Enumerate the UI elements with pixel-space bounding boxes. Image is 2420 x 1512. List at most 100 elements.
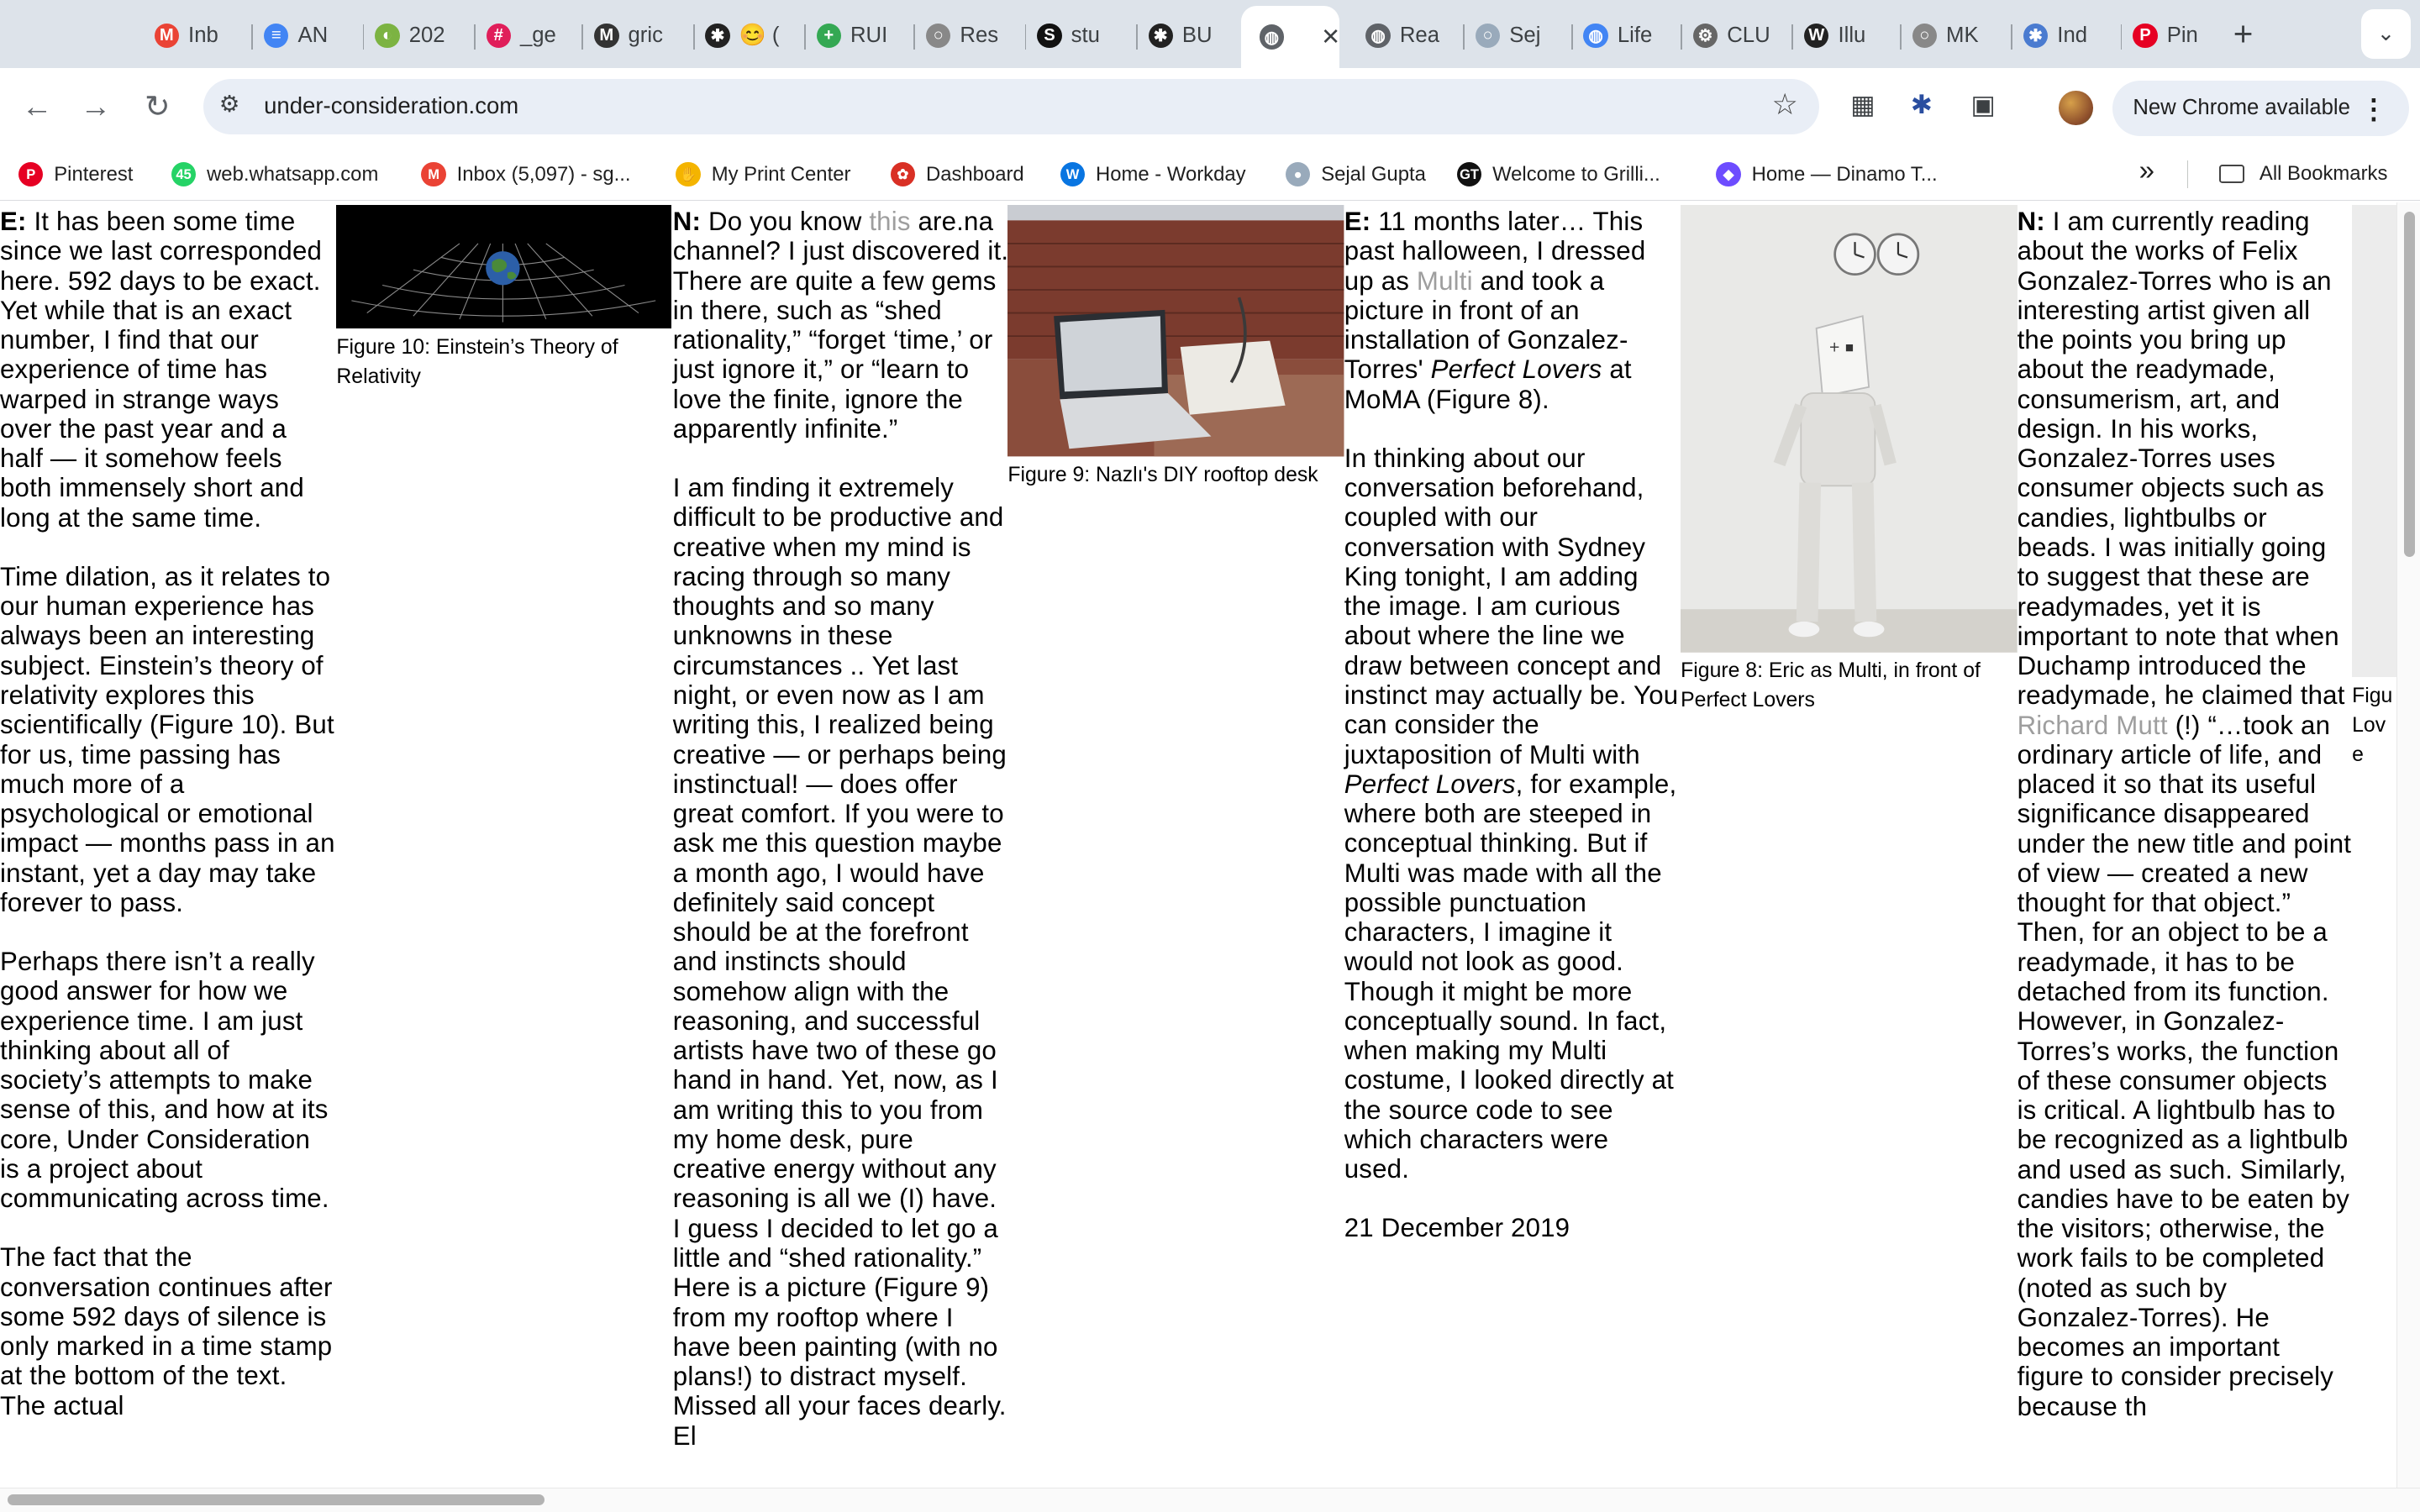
browser-tab[interactable]: ≡ AN [264,13,350,59]
browser-tab[interactable]: + RUI [816,13,903,59]
bookmark-item[interactable]: ✋ My Print Center [676,161,850,187]
browser-tab[interactable]: ⚙ CLU [1692,13,1780,59]
url-text[interactable]: under-consideration.com [264,92,518,119]
einstein-relativity-image [336,205,671,329]
tab-separator [362,24,365,50]
bookmark-label: Sejal Gupta [1321,162,1426,186]
multi-link[interactable]: Multi [1417,266,1473,296]
bookmark-item[interactable]: ◆ Home — Dinamo T... [1716,161,1938,187]
bookmark-item[interactable]: ● Sejal Gupta [1285,161,1426,187]
are-na-channel-link[interactable]: this [869,207,910,236]
browser-tab[interactable]: ◍ Life [1583,13,1670,59]
tab-label: RUI [850,23,888,47]
browser-tab[interactable]: P Pin [2133,13,2219,59]
tab-separator [692,24,695,50]
bookmark-item[interactable]: M Inbox (5,097) - sg... [421,161,631,187]
partial-figure-image [2352,205,2397,678]
bookmark-item[interactable]: W Home - Workday [1060,161,1246,187]
new-tab-button[interactable]: + [2233,13,2254,55]
entry-column-e-2: E: 11 months later… This past halloween,… [1344,207,1681,1272]
bookmark-label: Dashboard [925,162,1024,186]
back-icon[interactable]: ← [17,87,57,127]
browser-tab[interactable]: ○ Res [926,13,1013,59]
bookmark-label: web.whatsapp.com [207,162,379,186]
all-bookmarks-button[interactable]: All Bookmarks [2219,162,2387,186]
bookmark-item[interactable]: ✿ Dashboard [890,161,1024,187]
paragraph-text: In thinking about our conversation befor… [1344,443,1679,769]
browser-tab[interactable]: ○ Sej [1475,13,1562,59]
tab-separator [1463,24,1465,50]
browser-tab[interactable]: ◐ 202 [375,13,461,59]
tab-separator [1570,24,1573,50]
browser-tab[interactable]: # _ge [486,13,573,59]
update-chrome-button[interactable]: New Chrome available ⋮ [2112,80,2410,136]
extension-asterisk-icon[interactable]: ✱ [1911,90,1933,120]
tab-separator [473,24,476,50]
forward-icon[interactable]: → [76,87,116,127]
speaker-label: E: [0,207,27,237]
reload-icon[interactable]: ↻ [137,87,177,127]
browser-tab[interactable]: M Inb [154,13,241,59]
tab-label: Sej [1509,23,1541,47]
tab-label: 😊 ( [739,24,780,48]
browser-tab[interactable]: Mgric [594,13,681,59]
paragraph: N: I am currently reading about the work… [2018,207,2354,1421]
figure-caption: Figu Love [2352,684,2393,766]
workday-icon: W [1060,161,1086,187]
globe-icon: ◍ [1583,23,1608,48]
vertical-scrollbar[interactable] [2396,202,2420,1488]
hand-icon: ✋ [676,161,701,187]
profile-avatar[interactable] [2059,91,2093,125]
paragraph: Perhaps there isn’t a really good answer… [0,946,329,1214]
page-content: E: It has been some time since we last c… [0,202,2397,1488]
apps-grid-icon[interactable]: ▦ [1850,90,1876,120]
paragraph-text: , for example, where both are steeped in… [1344,769,1677,1184]
svg-text:+ ▪: + ▪ [1828,339,1854,355]
browser-tab[interactable]: ✱ BU [1148,13,1235,59]
update-chrome-label: New Chrome available [2133,95,2350,119]
browser-tab[interactable]: Sstu [1037,13,1123,59]
extensions-puzzle-icon[interactable]: ▣ [1970,90,1996,120]
plus-icon: + [816,23,841,48]
browser-tab[interactable]: ◍ Rea [1365,13,1452,59]
bookmarks-bar: P Pinterest 45 web.whatsapp.com M Inbox (5,09… [0,148,2420,201]
paragraph: In thinking about our conversation befor… [1344,444,1681,1184]
browser-toolbar: ← → ↻ ⚙ under-consideration.com ☆ ▦ ✱ ▣ … [0,67,2420,149]
speaker-label: N: [2017,207,2045,237]
horizontal-scrollbar[interactable] [0,1487,2420,1512]
browser-tab[interactable]: ✱ 😊 ( [705,13,792,59]
bookmark-item[interactable]: 45 web.whatsapp.com [171,161,379,187]
close-tab-icon[interactable]: ✕ [1321,24,1339,50]
kebab-menu-icon[interactable]: ⋮ [2360,92,2387,126]
m-icon: M [594,23,619,48]
paragraph-text: Do you know [701,207,870,237]
address-bar[interactable]: ⚙ under-consideration.com ☆ [203,78,1820,134]
browser-tab[interactable]: ○ MK [1912,13,1999,59]
tab-separator [803,24,806,50]
tab-label: Res [960,23,999,47]
tab-strip: M Inb ≡ AN ◐ 202 # _ge Mgric ✱ 😊 (+ RUI ○ Res Sstu ✱ BU ◍… [0,0,2420,68]
browser-tab[interactable]: W Illu [1804,13,1891,59]
paragraph: The fact that the conversation continues… [0,1242,333,1420]
vertical-scrollbar-thumb[interactable] [2403,211,2415,558]
browser-tab[interactable]: ✱ Ind [2023,13,2110,59]
site-info-icon[interactable]: ⚙ [219,91,240,118]
more-bookmarks-icon[interactable]: » [2139,155,2154,187]
tab-separator [2011,24,2013,50]
artwork-title: Perfect Lovers [1430,354,1602,385]
circle-icon: ● [1285,161,1311,187]
tab-separator [581,24,584,50]
gt-icon: GT [1456,161,1482,187]
tab-search-button[interactable]: ⌄ [2361,9,2411,59]
richard-mutt-link[interactable]: Richard Mutt [2018,711,2168,740]
asterisk-icon: ✱ [2023,23,2049,48]
browser-tab[interactable]: ◍ ✕ [1240,6,1340,68]
tab-separator [2120,24,2123,50]
horizontal-scrollbar-thumb[interactable] [8,1494,545,1505]
tab-label: Rea [1399,23,1440,47]
bookmark-item[interactable]: GT Welcome to Grilli... [1456,161,1660,187]
bookmark-item[interactable]: P Pinterest [18,161,133,187]
paragraph: E: It has been some time since we last c… [0,207,336,533]
bookmark-star-icon[interactable]: ☆ [1771,88,1797,122]
figure-9: Figure 9: Nazlı's DIY rooftop desk [1007,205,1344,491]
